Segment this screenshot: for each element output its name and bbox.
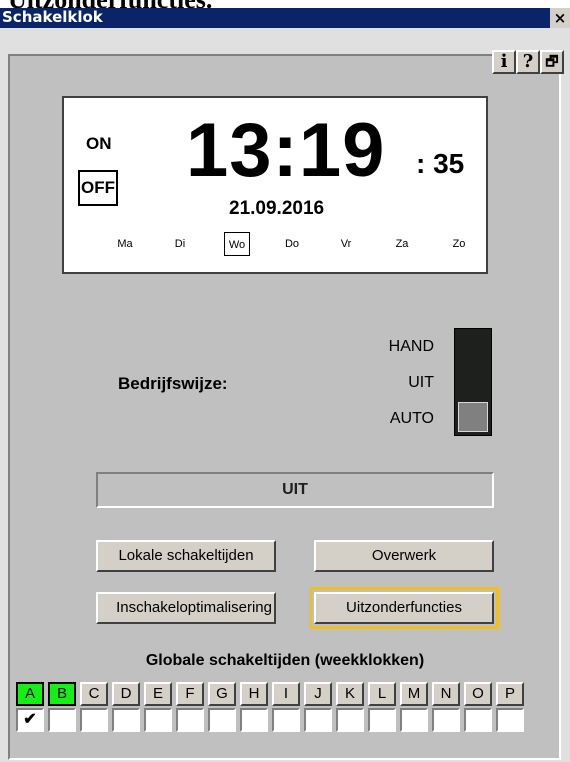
status-field: UIT xyxy=(96,472,494,508)
time-display: 13:19 xyxy=(186,108,386,193)
global-switch-times-title: Globale schakeltijden (weekklokken) xyxy=(145,652,425,669)
seconds-display: : 35 xyxy=(416,148,465,179)
weekclock-p[interactable]: P xyxy=(496,682,524,706)
day-ma: Ma xyxy=(117,238,133,250)
mode-label: Bedrijfswijze: xyxy=(118,374,228,393)
weekclock-checkbox-c[interactable] xyxy=(80,708,108,732)
help-icon[interactable]: ? xyxy=(516,50,540,74)
off-button[interactable]: OFF xyxy=(78,170,118,206)
weekclock-checkbox-o[interactable] xyxy=(464,708,492,732)
on-label[interactable]: ON xyxy=(86,134,112,154)
weekclock-checkbox-a[interactable]: ✔ xyxy=(16,708,44,732)
mode-option-hand[interactable]: HAND xyxy=(389,338,434,356)
window-title: Schakelklok xyxy=(2,8,103,26)
weekclock-e[interactable]: E xyxy=(144,682,172,706)
weekday-row: Ma Di Wo Do Vr Za Zo xyxy=(112,232,472,258)
weekclock-g[interactable]: G xyxy=(208,682,236,706)
weekclock-checkbox-g[interactable] xyxy=(208,708,236,732)
weekclock-i[interactable]: I xyxy=(272,682,300,706)
weekclock-h[interactable]: H xyxy=(240,682,268,706)
weekclock-a[interactable]: A xyxy=(16,682,44,706)
mode-option-uit[interactable]: UIT xyxy=(408,374,434,392)
mode-switch[interactable] xyxy=(454,328,492,436)
weekclock-b[interactable]: B xyxy=(48,682,76,706)
mode-option-auto[interactable]: AUTO xyxy=(390,410,434,428)
weekclock-checkbox-h[interactable] xyxy=(240,708,268,732)
weekclock-checkbox-p[interactable] xyxy=(496,708,524,732)
weekclock-checkboxes: ✔ xyxy=(16,708,524,732)
date-display: 21.09.2016 xyxy=(229,198,325,219)
weekclock-checkbox-l[interactable] xyxy=(368,708,396,732)
local-switch-times-button[interactable]: Lokale schakeltijden xyxy=(96,540,276,572)
weekclock-d[interactable]: D xyxy=(112,682,140,706)
weekclock-checkbox-m[interactable] xyxy=(400,708,428,732)
weekclock-checkbox-j[interactable] xyxy=(304,708,332,732)
day-vr: Vr xyxy=(340,238,352,250)
weekclock-o[interactable]: O xyxy=(464,682,492,706)
clock-display: ON OFF 13:19 : 35 21.09.2016 Ma Di Wo Do… xyxy=(62,96,488,274)
title-bar: Schakelklok × xyxy=(0,8,570,28)
weekclock-checkbox-i[interactable] xyxy=(272,708,300,732)
weekclock-checkbox-f[interactable] xyxy=(176,708,204,732)
close-icon[interactable]: × xyxy=(550,8,570,28)
weekclock-checkbox-n[interactable] xyxy=(432,708,460,732)
weekclock-letters: A B C D E F G H I J K L M N O P xyxy=(16,682,524,706)
weekclock-checkbox-b[interactable] xyxy=(48,708,76,732)
weekclock-checkbox-e[interactable] xyxy=(144,708,172,732)
info-icon[interactable]: i xyxy=(492,50,516,74)
day-di: Di xyxy=(174,238,186,250)
mode-switch-thumb[interactable] xyxy=(458,402,488,432)
exception-functions-button[interactable]: Uitzonderfuncties xyxy=(309,587,499,629)
weekclock-j[interactable]: J xyxy=(304,682,332,706)
weekclock-f[interactable]: F xyxy=(176,682,204,706)
day-zo: Zo xyxy=(452,238,466,250)
toolbar: i ? 🗗 xyxy=(492,50,564,76)
weekclock-c[interactable]: C xyxy=(80,682,108,706)
weekclock-l[interactable]: L xyxy=(368,682,396,706)
day-za: Za xyxy=(395,238,409,250)
weekclock-m[interactable]: M xyxy=(400,682,428,706)
weekclock-checkbox-k[interactable] xyxy=(336,708,364,732)
weekclock-k[interactable]: K xyxy=(336,682,364,706)
weekclock-n[interactable]: N xyxy=(432,682,460,706)
day-wo: Wo xyxy=(224,232,250,256)
switch-optimization-button[interactable]: Inschakeloptimalisering xyxy=(96,592,276,624)
day-do: Do xyxy=(284,238,300,250)
overtime-button[interactable]: Overwerk xyxy=(314,540,494,572)
weekclock-checkbox-d[interactable] xyxy=(112,708,140,732)
restore-window-icon[interactable]: 🗗 xyxy=(540,50,564,74)
